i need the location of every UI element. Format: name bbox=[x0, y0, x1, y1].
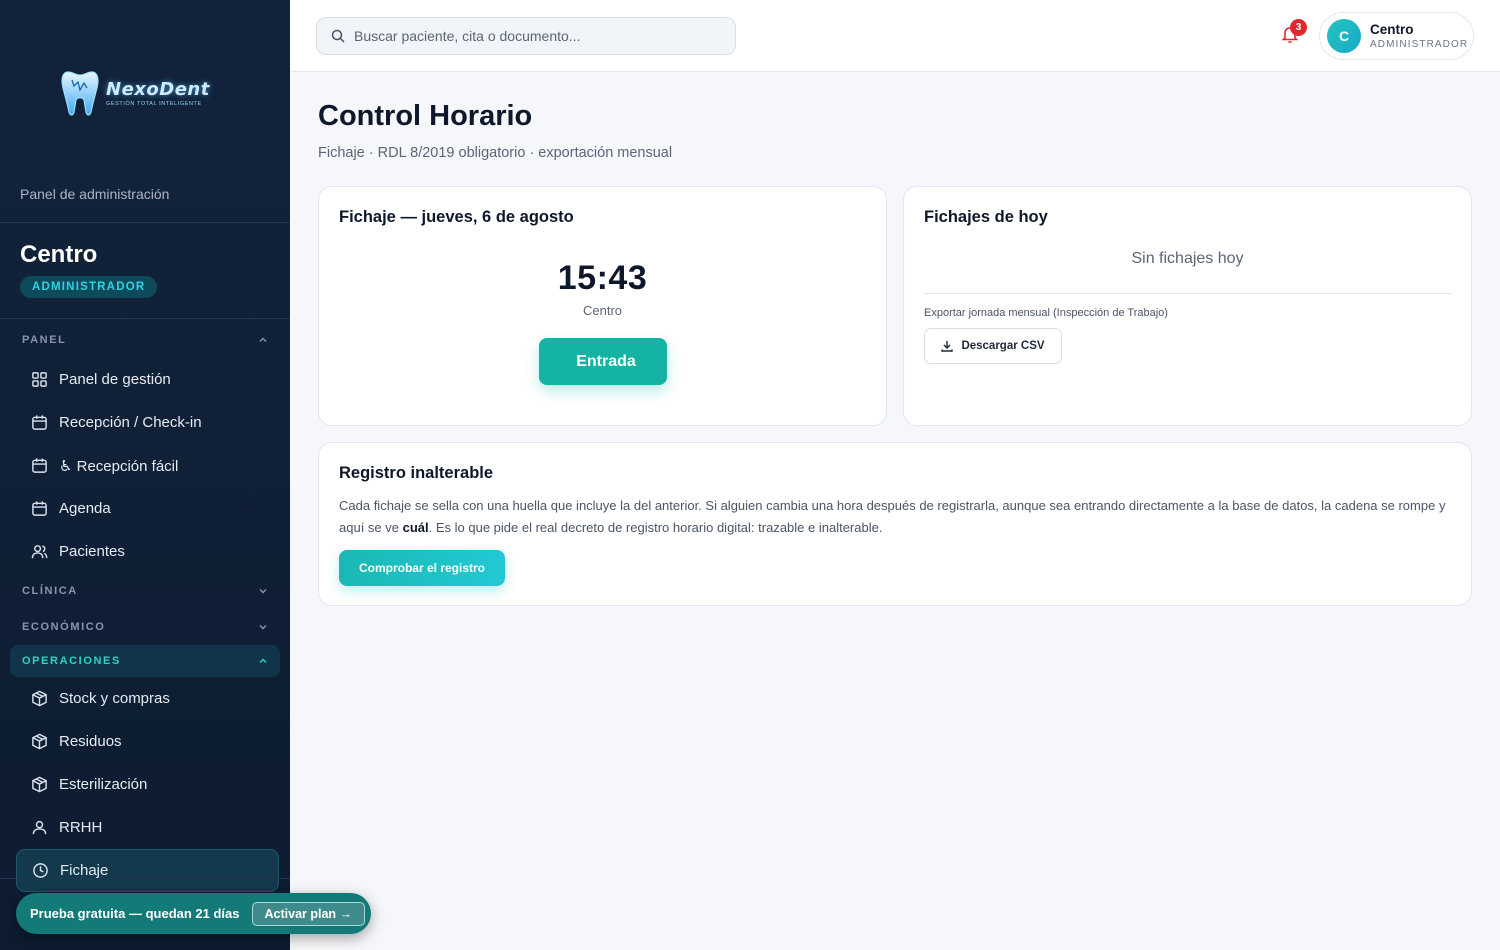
sidebar-item-esterilizacion[interactable]: Esterilización bbox=[0, 763, 290, 806]
registry-text-end: . Es lo que pide el real decreto de regi… bbox=[428, 520, 883, 535]
center-name: Centro bbox=[20, 241, 98, 268]
sidebar-item-label: Agenda bbox=[59, 500, 111, 517]
clock-user: Centro bbox=[582, 303, 623, 318]
box-icon bbox=[32, 733, 47, 750]
page-subtitle: Fichaje · RDL 8/2019 obligatorio · expor… bbox=[318, 145, 673, 161]
card-title: Registro inalterable bbox=[339, 464, 494, 482]
sidebar-item-residuos[interactable]: Residuos bbox=[0, 720, 290, 763]
search-input[interactable] bbox=[354, 28, 714, 44]
registry-description: Cada fichaje se sella con una huella que… bbox=[339, 495, 1449, 539]
sidebar-item-panel-gestion[interactable]: Panel de gestión bbox=[0, 358, 290, 401]
today-records-card: Fichajes de hoy Sin fichajes hoy Exporta… bbox=[903, 186, 1472, 426]
divider bbox=[0, 878, 290, 879]
sidebar-item-label: Residuos bbox=[59, 733, 122, 750]
sidebar-item-label: RRHH bbox=[59, 819, 103, 836]
current-time: 15:43 bbox=[557, 259, 648, 297]
section-label: PANEL bbox=[22, 334, 67, 346]
section-label: ECONÓMICO bbox=[22, 621, 106, 633]
sidebar-item-pacientes[interactable]: Pacientes bbox=[0, 530, 290, 573]
sidebar-item-label: Stock y compras bbox=[59, 690, 170, 707]
sidebar-item-label: Recepción / Check-in bbox=[59, 414, 202, 431]
sidebar-item-label: ♿ Recepción fácil bbox=[59, 457, 179, 475]
chevron-down-icon bbox=[259, 625, 267, 630]
search-icon bbox=[331, 29, 345, 43]
sidebar-nav: PANEL Panel de gestión Recepción / Check… bbox=[0, 322, 290, 892]
search-box[interactable] bbox=[316, 17, 736, 55]
page-title: Control Horario bbox=[318, 100, 533, 132]
brand-logo[interactable]: NexoDent GESTIÓN TOTAL INTELIGENTE bbox=[60, 68, 210, 118]
calendar-icon bbox=[32, 415, 47, 430]
divider bbox=[0, 222, 290, 223]
download-csv-button[interactable]: Descargar CSV bbox=[924, 328, 1062, 364]
tooth-logo-icon bbox=[61, 71, 99, 116]
sidebar-item-label: Fichaje bbox=[60, 862, 109, 879]
entrada-label: Entrada bbox=[576, 352, 636, 370]
activate-plan-button[interactable]: Activar plan → bbox=[251, 901, 366, 926]
sidebar-item-stock[interactable]: Stock y compras bbox=[0, 677, 290, 720]
sidebar-item-label: Pacientes bbox=[59, 543, 125, 560]
calendar-icon bbox=[32, 501, 47, 516]
box-icon bbox=[32, 776, 47, 793]
chevron-up-icon bbox=[259, 337, 267, 342]
section-label: CLÍNICA bbox=[22, 585, 78, 597]
brand-name: NexoDent bbox=[106, 79, 210, 100]
avatar: C bbox=[1327, 19, 1361, 53]
sidebar-item-agenda[interactable]: Agenda bbox=[0, 487, 290, 530]
section-operaciones[interactable]: OPERACIONES bbox=[10, 645, 280, 677]
export-label: Exportar jornada mensual (Inspección de … bbox=[924, 307, 1168, 319]
section-clinica[interactable]: CLÍNICA bbox=[0, 573, 290, 609]
user-icon bbox=[32, 820, 47, 835]
topbar: 3 C Centro ADMINISTRADOR bbox=[290, 0, 1500, 72]
section-label: OPERACIONES bbox=[22, 655, 121, 667]
trial-banner: Prueba gratuita — quedan 21 días Activar… bbox=[16, 893, 371, 934]
brand-tagline: GESTIÓN TOTAL INTELIGENTE bbox=[106, 101, 202, 107]
download-icon bbox=[941, 341, 954, 352]
empty-state: Sin fichajes hoy bbox=[1131, 250, 1244, 267]
user-name: Centro bbox=[1370, 22, 1414, 37]
user-menu[interactable]: C Centro ADMINISTRADOR bbox=[1319, 12, 1474, 60]
clock-icon bbox=[33, 863, 48, 878]
verify-registry-button[interactable]: Comprobar el registro bbox=[339, 550, 505, 586]
grid-icon bbox=[32, 372, 47, 387]
chevron-up-icon bbox=[259, 658, 267, 663]
notification-count-badge: 3 bbox=[1290, 19, 1307, 36]
sidebar-item-recepcion[interactable]: Recepción / Check-in bbox=[0, 401, 290, 444]
csv-button-label: Descargar CSV bbox=[961, 340, 1045, 352]
trial-text: Prueba gratuita — quedan 21 días bbox=[30, 906, 240, 921]
section-panel[interactable]: PANEL bbox=[0, 322, 290, 358]
entrada-button[interactable]: Entrada bbox=[539, 338, 667, 385]
user-role: ADMINISTRADOR bbox=[1370, 39, 1469, 50]
sidebar-item-label: Esterilización bbox=[59, 776, 148, 793]
calendar-icon bbox=[32, 458, 47, 473]
sidebar-item-rrhh[interactable]: RRHH bbox=[0, 806, 290, 849]
sidebar-item-label: Panel de gestión bbox=[59, 371, 171, 388]
sidebar: NexoDent GESTIÓN TOTAL INTELIGENTE Panel… bbox=[0, 0, 290, 950]
divider bbox=[0, 318, 290, 319]
divider bbox=[924, 293, 1451, 294]
sidebar-item-recepcion-facil[interactable]: ♿ Recepción fácil bbox=[0, 444, 290, 487]
immutable-registry-card: Registro inalterable Cada fichaje se sel… bbox=[318, 442, 1472, 606]
sidebar-item-fichaje[interactable]: Fichaje bbox=[16, 849, 279, 892]
chevron-down-icon bbox=[259, 589, 267, 594]
panel-label: Panel de administración bbox=[20, 186, 170, 202]
clock-in-card: Fichaje — jueves, 6 de agosto 15:43 Cent… bbox=[318, 186, 887, 426]
registry-text-bold: cuál bbox=[402, 520, 429, 535]
logo-area: NexoDent GESTIÓN TOTAL INTELIGENTE bbox=[0, 0, 290, 175]
section-economico[interactable]: ECONÓMICO bbox=[0, 609, 290, 645]
card-title: Fichajes de hoy bbox=[924, 208, 1048, 226]
users-icon bbox=[31, 545, 48, 559]
role-badge: ADMINISTRADOR bbox=[20, 276, 158, 298]
box-icon bbox=[32, 690, 47, 707]
card-title: Fichaje — jueves, 6 de agosto bbox=[339, 208, 574, 226]
